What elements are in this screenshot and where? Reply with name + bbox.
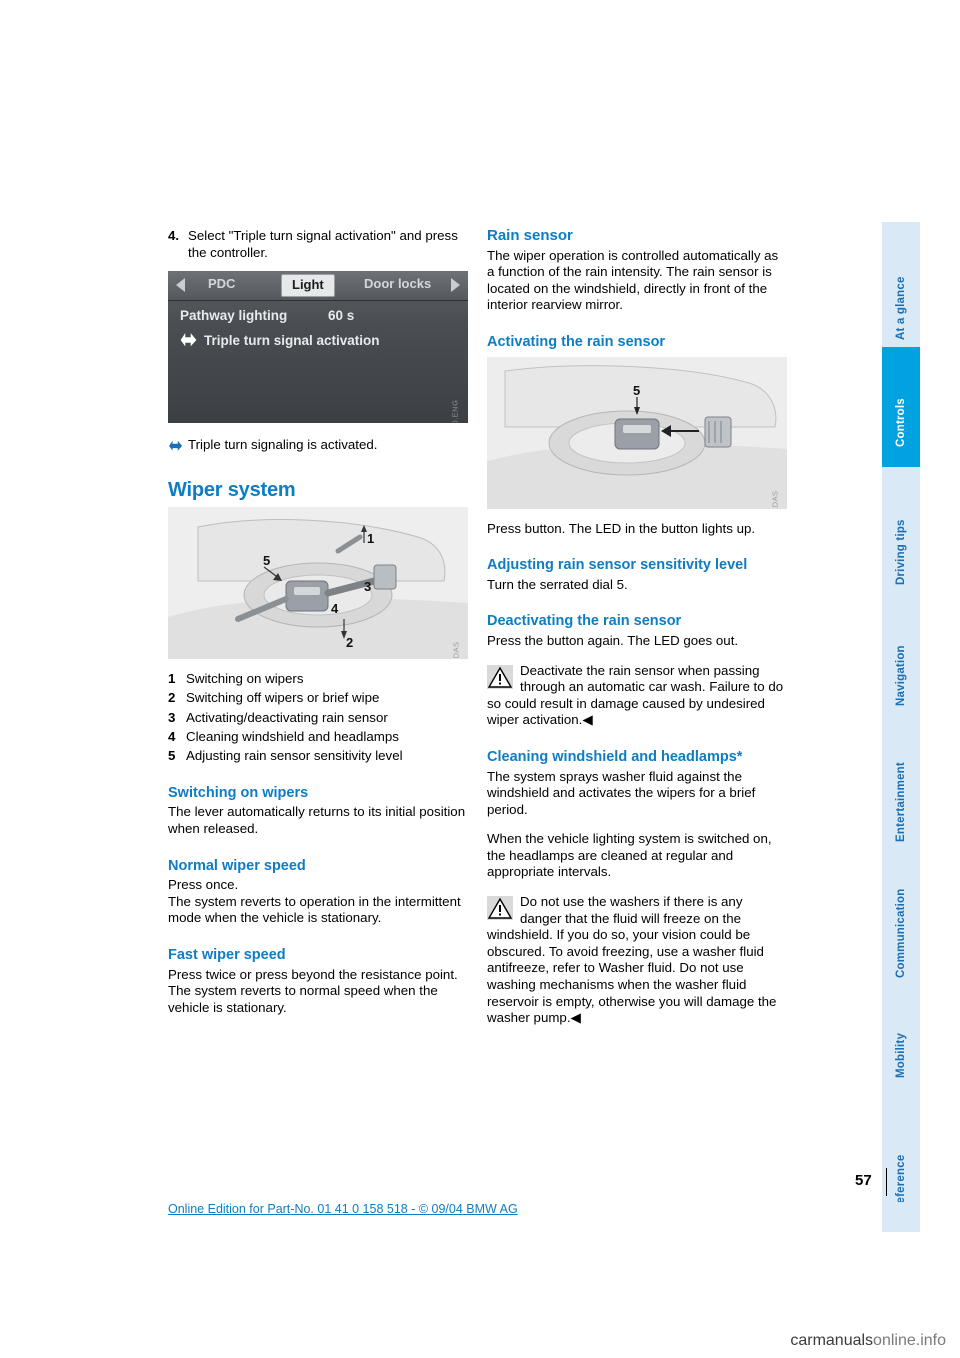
legend-text: Activating/deactivating rain sensor — [186, 709, 388, 725]
image-code: VK0298.DAS — [767, 491, 784, 509]
heading-wiper-system: Wiper system — [168, 478, 296, 501]
warning-text: Do not use the washers if there is any d… — [487, 894, 777, 1026]
idrive-row-triple-turn-signal[interactable]: Triple turn signal activation — [204, 333, 380, 350]
legend-text: Switching off wipers or brief wipe — [186, 690, 380, 706]
turn-signal-arrow-icon — [168, 439, 184, 457]
section-tab-rail: At a glance Controls Driving tips Naviga… — [882, 0, 920, 1240]
list-item: 4 Cleaning windshield and headlamps — [168, 729, 468, 746]
callout-5: 5 — [263, 553, 271, 569]
warning-text: Deactivate the rain sensor when passing … — [487, 662, 784, 728]
legend-number: 2 — [168, 690, 176, 706]
image-code: VK0580.DAS — [448, 641, 465, 659]
callout-1: 1 — [367, 531, 375, 547]
warning-car-wash: Deactivate the rain sensor when passing … — [487, 663, 787, 729]
wiper-legend-list: 1 Switching on wipers 2 Switching off wipe… — [168, 671, 468, 764]
idrive-row-pathway-lighting[interactable]: Pathway lighting — [180, 308, 287, 325]
paragraph-normal-speed-2: The system reverts to operation in the i… — [168, 893, 461, 926]
sidebar-item-label: Entertainment — [895, 762, 907, 842]
sidebar-item-label: Driving tips — [895, 519, 907, 585]
footer-edition-text: Online Edition for Part-No. 01 41 0 158 … — [168, 1202, 518, 1216]
idrive-menu-screenshot: PDC Light Door locks Pathway lighting 60… — [168, 271, 468, 424]
watermark-suffix: online.info — [873, 1332, 946, 1349]
sidebar-item-label: Mobility — [895, 1032, 907, 1078]
right-text-column: Rain sensor The wiper operation is contr… — [487, 227, 787, 1040]
footer-divider — [886, 1168, 887, 1196]
callout-2: 2 — [346, 635, 354, 651]
watermark-prefix: carmanuals — [790, 1332, 874, 1349]
wiper-lever-drawing — [168, 507, 468, 660]
manual-page: At a glance Controls Driving tips Naviga… — [0, 0, 960, 1358]
paragraph-fast-speed-2: The system reverts to normal speed when … — [168, 983, 438, 1015]
paragraph-deactivating-rain-sensor: Press the button again. The LED goes out… — [487, 632, 739, 648]
sidebar-item-label: Controls — [895, 398, 907, 447]
step-number: 4. — [168, 228, 180, 243]
triple-turn-signal-icon — [180, 332, 198, 347]
heading-activating-rain-sensor: Activating the rain sensor — [487, 333, 666, 350]
wiper-lever-illustration: 5 1 3 4 2 VK0580.DAS — [168, 507, 468, 660]
paragraph-adjusting-sensitivity: Turn the serrated dial 5. — [487, 576, 628, 592]
legend-text: Switching on wipers — [186, 671, 304, 687]
triple-turn-caption: Triple turn signaling is activated. — [168, 437, 468, 457]
sidebar-item-entertainment[interactable]: Entertainment — [882, 715, 920, 847]
caption-text: Triple turn signaling is activated. — [188, 437, 378, 453]
sidebar-item-label: Communication — [895, 888, 907, 979]
sidebar-item-mobility[interactable]: Mobility — [882, 983, 920, 1093]
sidebar-item-driving-tips[interactable]: Driving tips — [882, 467, 920, 593]
heading-normal-wiper-speed: Normal wiper speed — [168, 857, 306, 874]
legend-number: 1 — [168, 671, 176, 687]
watermark: carmanualsonline.info — [790, 1332, 946, 1350]
page-number: 57 — [855, 1172, 872, 1189]
heading-switching-on-wipers: Switching on wipers — [168, 784, 309, 801]
heading-adjusting-sensitivity: Adjusting rain sensor sensitivity level — [487, 557, 748, 574]
sidebar-item-communication[interactable]: Communication — [882, 847, 920, 983]
callout-5: 5 — [633, 382, 641, 398]
heading-deactivating-rain-sensor: Deactivating the rain sensor — [487, 613, 682, 630]
paragraph-press-button: Press button. The LED in the button ligh… — [487, 520, 756, 536]
idrive-tab-door-locks[interactable]: Door locks — [364, 276, 431, 293]
heading-rain-sensor: Rain sensor — [487, 227, 573, 244]
numbered-step-4: 4. Select "Triple turn signal activation… — [168, 228, 468, 261]
step-text: Select "Triple turn signal activation" a… — [188, 228, 458, 260]
legend-number: 3 — [168, 709, 176, 725]
sidebar-item-at-a-glance[interactable]: At a glance — [882, 222, 920, 347]
paragraph-rain-sensor: The wiper operation is controlled automa… — [487, 247, 779, 313]
callout-3: 3 — [364, 579, 372, 595]
image-code: VK0730.ENG — [447, 399, 464, 423]
idrive-tab-light[interactable]: Light — [281, 274, 335, 297]
legend-text: Cleaning windshield and headlamps — [186, 728, 399, 744]
sidebar-item-label: Navigation — [895, 645, 907, 706]
paragraph-cleaning-1: The system sprays washer fluid against t… — [487, 768, 756, 817]
idrive-value-pathway-lighting: 60 s — [328, 308, 355, 324]
paragraph-normal-speed-1: Press once. — [168, 877, 239, 893]
rain-sensor-drawing — [487, 356, 787, 509]
sidebar-item-navigation[interactable]: Navigation — [882, 593, 920, 715]
warning-washer-fluid: Do not use the washers if there is any d… — [487, 894, 787, 1027]
list-item: 3 Activating/deactivating rain sensor — [168, 710, 468, 727]
idrive-tab-pdc[interactable]: PDC — [208, 276, 235, 293]
callout-4: 4 — [331, 601, 339, 617]
arrow-left-icon[interactable] — [176, 278, 185, 293]
rain-sensor-illustration: 5 VK0298.DAS — [487, 356, 787, 509]
heading-fast-wiper-speed: Fast wiper speed — [168, 947, 286, 963]
legend-number: 4 — [168, 728, 176, 744]
warning-triangle-icon — [487, 896, 513, 925]
heading-cleaning-windshield-headlamps: Cleaning windshield and headlamps* — [487, 748, 743, 765]
list-item: 2 Switching off wipers or brief wipe — [168, 690, 468, 707]
legend-text: Adjusting rain sensor sensitivity level — [186, 747, 403, 763]
list-item: 1 Switching on wipers — [168, 671, 468, 688]
paragraph-switching-on-wipers: The lever automatically returns to its i… — [168, 804, 466, 837]
sidebar-item-label: At a glance — [895, 276, 907, 340]
sidebar-item-controls[interactable]: Controls — [882, 347, 920, 467]
paragraph-fast-speed-1: Press twice or press beyond the resistan… — [168, 966, 458, 982]
arrow-right-icon[interactable] — [451, 278, 460, 293]
legend-number: 5 — [168, 747, 176, 763]
list-item: 5 Adjusting rain sensor sensitivity level — [168, 748, 468, 765]
left-text-column: 4. Select "Triple turn signal activation… — [168, 228, 468, 1029]
paragraph-cleaning-2: When the vehicle lighting system is swit… — [487, 831, 772, 880]
rail-bottom-corner — [882, 1202, 920, 1232]
warning-triangle-icon — [487, 664, 513, 694]
